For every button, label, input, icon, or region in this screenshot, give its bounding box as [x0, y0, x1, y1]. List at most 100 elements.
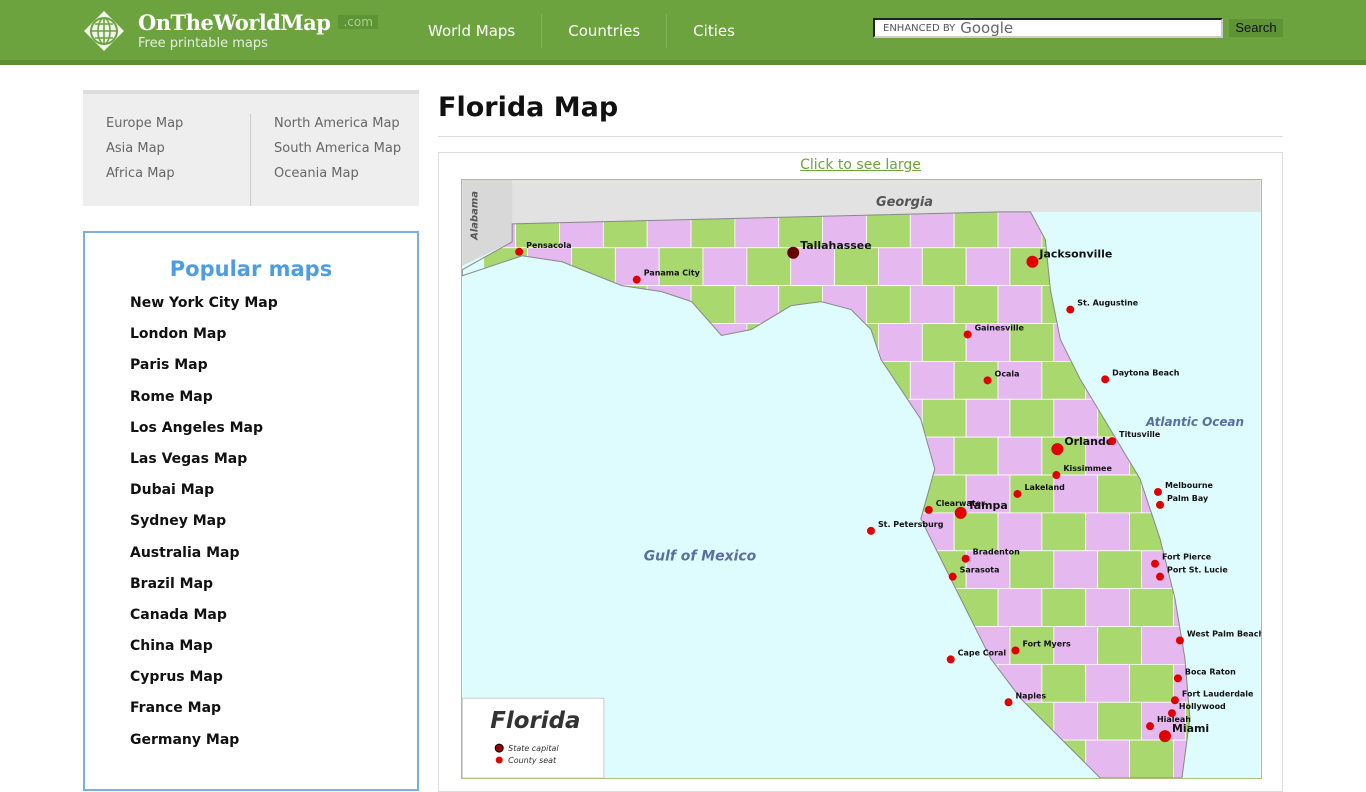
popular-map-link[interactable]: Australia Map [130, 545, 417, 576]
county-shape [878, 323, 923, 362]
city-marker [866, 526, 875, 535]
popular-maps-title: Popular maps [169, 257, 333, 281]
popular-map-link[interactable]: Canada Map [130, 607, 417, 638]
city-label: St. Augustine [1077, 299, 1139, 308]
brand-name: OnTheWorldMap [138, 10, 331, 35]
city-marker [1101, 375, 1110, 384]
popular-map-link[interactable]: Dubai Map [130, 482, 417, 513]
city-marker [924, 505, 933, 514]
city-label: Jacksonville [1038, 248, 1112, 261]
capital-marker-icon [494, 743, 504, 753]
county-shape [1053, 701, 1099, 741]
city-marker [1175, 636, 1184, 645]
city-marker [1066, 305, 1075, 314]
city-label: Tallahassee [800, 239, 871, 252]
popular-map-link[interactable]: New York City Map [130, 295, 417, 326]
county-shape [1141, 626, 1186, 665]
city-marker [1154, 487, 1162, 496]
popular-map-link[interactable]: China Map [130, 638, 417, 669]
city-label: Cape Coral [958, 648, 1007, 657]
florida-map-image[interactable]: Tallahassee Jacksonville Pensacola Panama C… [461, 179, 1262, 779]
city-marker [787, 246, 800, 259]
popular-map-link[interactable]: Paris Map [130, 357, 417, 388]
search-input[interactable]: ENHANCED BY Google [873, 18, 1223, 38]
city-label: Fort Myers [1022, 639, 1071, 648]
seat-marker-icon [495, 756, 503, 764]
city-marker [1013, 489, 1022, 498]
county-shape [1129, 588, 1174, 627]
county-shape [1097, 701, 1142, 741]
tagline: Free printable maps [138, 36, 268, 51]
popular-map-link[interactable]: London Map [130, 326, 417, 357]
link-south-america-map[interactable]: South America Map [274, 141, 417, 166]
county-shape [953, 285, 999, 324]
label-georgia: Georgia [876, 195, 933, 210]
county-shape [997, 285, 1043, 324]
site-header: OnTheWorldMap .com Free printable maps Wo… [0, 0, 1366, 65]
city-label: Orlando [1064, 435, 1113, 448]
city-marker [1108, 437, 1117, 446]
link-asia-map[interactable]: Asia Map [106, 141, 250, 166]
popular-map-link[interactable]: Rome Map [130, 389, 417, 420]
county-shape [746, 247, 792, 287]
nav-world-maps[interactable]: World Maps [402, 14, 543, 48]
map-legend: Florida State capital County seat [462, 697, 605, 778]
city-marker [515, 247, 524, 256]
popular-map-link[interactable]: Los Angeles Map [130, 420, 417, 451]
city-label: Port St. Lucie [1167, 566, 1228, 575]
city-label: Palm Bay [1167, 494, 1209, 503]
city-label: St. Petersburg [878, 520, 944, 529]
link-north-america-map[interactable]: North America Map [274, 116, 417, 141]
city-marker [1026, 255, 1039, 268]
city-marker [954, 506, 967, 519]
county-shape [866, 285, 911, 324]
label-alabama: Alabama [469, 191, 480, 241]
city-marker [1151, 559, 1160, 568]
city-label: Sarasota [960, 566, 1000, 575]
city-label: Melbourne [1165, 481, 1214, 490]
city-marker [961, 554, 970, 563]
county-shape [997, 512, 1043, 552]
search-placeholder: ENHANCED BY [883, 22, 956, 34]
search-button[interactable]: Search [1229, 19, 1283, 37]
county-shape [1041, 512, 1087, 552]
county-shape [1041, 588, 1087, 627]
county-shape [997, 360, 1043, 400]
city-label: Boca Raton [1185, 667, 1236, 676]
county-shape [921, 323, 967, 362]
city-label: Hollywood [1179, 702, 1226, 711]
link-africa-map[interactable]: Africa Map [106, 166, 250, 191]
county-shape [965, 398, 1011, 438]
city-label: Bradenton [973, 548, 1020, 557]
popular-map-link[interactable]: Sydney Map [130, 513, 417, 544]
nav-cities[interactable]: Cities [667, 14, 761, 48]
link-oceania-map[interactable]: Oceania Map [274, 166, 417, 191]
county-shape [1097, 474, 1142, 514]
legend-title: Florida [490, 708, 580, 734]
main-nav: World Maps Countries Cities [402, 14, 761, 48]
popular-map-link[interactable]: Las Vegas Map [130, 451, 417, 482]
city-marker [1051, 443, 1064, 456]
city-marker [946, 655, 955, 664]
popular-map-link[interactable]: Germany Map [130, 732, 417, 763]
link-europe-map[interactable]: Europe Map [106, 116, 250, 141]
city-marker [963, 330, 972, 339]
city-label: Lakeland [1024, 483, 1065, 492]
popular-map-link[interactable]: Cyprus Map [130, 669, 417, 700]
city-label: Daytona Beach [1112, 368, 1180, 377]
popular-map-link[interactable]: Brazil Map [130, 576, 417, 607]
city-label: Pensacola [526, 241, 571, 250]
google-brand: Google [960, 19, 1014, 37]
county-shape [658, 247, 704, 287]
popular-map-link[interactable]: France Map [130, 700, 417, 731]
county-shape [834, 247, 879, 287]
county-shape [965, 247, 1011, 287]
brand-tld: .com [338, 15, 378, 29]
county-shape [702, 247, 748, 287]
county-shape [921, 398, 967, 438]
see-large-link[interactable]: Click to see large [439, 157, 1282, 173]
nav-countries[interactable]: Countries [542, 14, 668, 48]
city-marker [1004, 698, 1013, 707]
logo[interactable]: OnTheWorldMap .com Free printable maps [83, 10, 378, 52]
city-marker [1156, 572, 1164, 581]
